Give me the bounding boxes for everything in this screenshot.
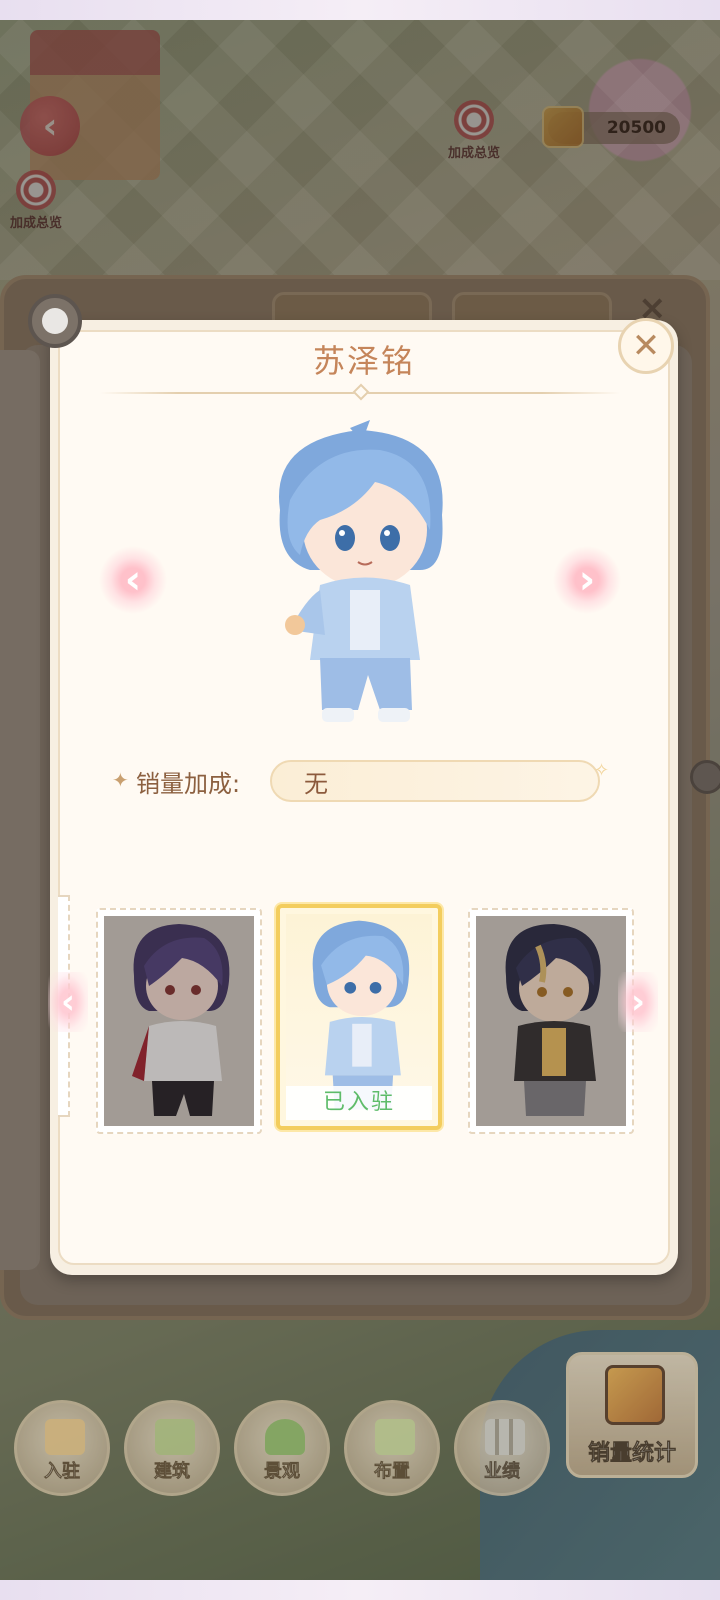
- sparkle-icon: ✦: [112, 768, 129, 792]
- chevron-right-icon: ›: [630, 982, 645, 1022]
- nav-label: 建筑: [154, 1461, 191, 1483]
- close-button[interactable]: ✕: [618, 318, 674, 374]
- nav-building[interactable]: 建筑: [124, 1400, 220, 1496]
- sales-stats-label: 销量统计: [587, 1441, 677, 1467]
- decor-icon: [375, 1419, 415, 1455]
- nav-label: 业绩: [484, 1461, 521, 1483]
- shopping-bag-icon: [605, 1365, 665, 1425]
- nav-label: 布置: [374, 1461, 411, 1483]
- shop-icon: [45, 1419, 85, 1455]
- chevron-left-icon: ‹: [124, 557, 142, 603]
- character-card-1[interactable]: [96, 908, 262, 1134]
- next-character-button[interactable]: ›: [552, 545, 622, 615]
- next-card-button[interactable]: ›: [618, 972, 658, 1032]
- close-icon: ✕: [631, 326, 661, 366]
- prev-character-button[interactable]: ‹: [98, 545, 168, 615]
- system-nav-bar: [0, 1580, 720, 1600]
- sales-stats-button[interactable]: 销量统计: [566, 1352, 698, 1478]
- nav-performance[interactable]: 业绩: [454, 1400, 550, 1496]
- nav-label: 入驻: [44, 1461, 81, 1483]
- character-thumbnail: [505, 924, 601, 1116]
- sales-bonus-label: 销量加成:: [136, 770, 241, 798]
- character-name: 苏泽铭: [312, 342, 415, 380]
- nav-move-in[interactable]: 入驻: [14, 1400, 110, 1496]
- character-card-3[interactable]: [468, 908, 634, 1134]
- status-badge: 已入驻: [286, 1086, 432, 1120]
- nav-label: 景观: [264, 1461, 301, 1483]
- nav-landscape[interactable]: 景观: [234, 1400, 330, 1496]
- character-portrait: [279, 420, 443, 722]
- status-bar: [0, 0, 720, 20]
- sales-bonus-value: 无: [270, 760, 600, 802]
- prev-card-button[interactable]: ‹: [48, 972, 88, 1032]
- chevron-left-icon: ‹: [60, 982, 75, 1022]
- character-thumbnail: [132, 924, 230, 1116]
- chevron-right-icon: ›: [578, 557, 596, 603]
- tree-icon: [265, 1419, 305, 1455]
- chart-icon: [485, 1419, 525, 1455]
- sparkle-icon: ✧: [594, 760, 610, 781]
- nav-decorate[interactable]: 布置: [344, 1400, 440, 1496]
- building-icon: [155, 1419, 195, 1455]
- character-card-2[interactable]: 已入驻: [276, 904, 442, 1130]
